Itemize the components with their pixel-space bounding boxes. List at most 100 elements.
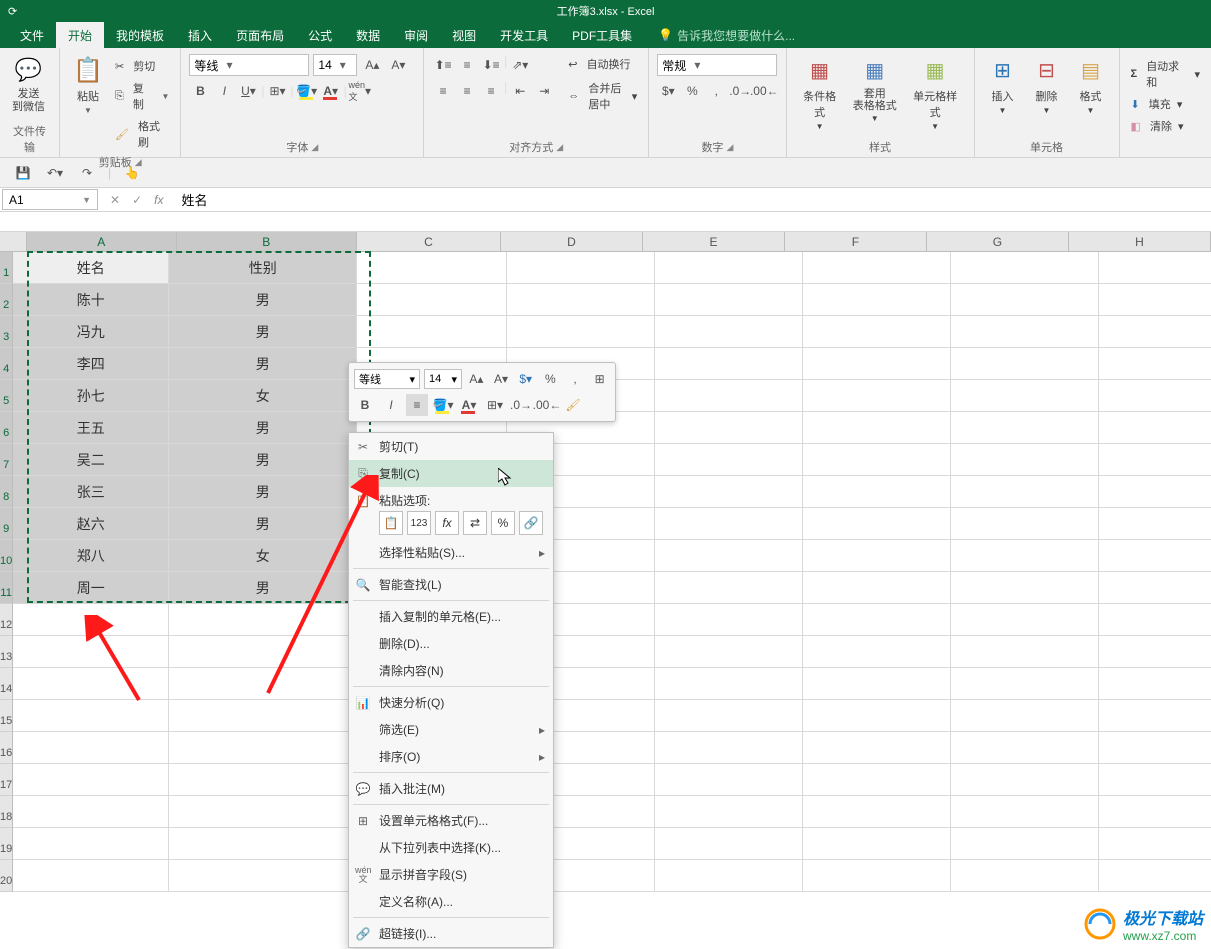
cell-C2[interactable] <box>357 284 507 316</box>
col-header-F[interactable]: F <box>785 232 927 251</box>
decrease-decimal-icon[interactable]: .00← <box>753 80 775 102</box>
paste-formatting-icon[interactable]: % <box>491 511 515 535</box>
cell-B8[interactable]: 男 <box>169 476 357 508</box>
ctx-define-name[interactable]: 定义名称(A)... <box>349 888 553 915</box>
cell-B2[interactable]: 男 <box>169 284 357 316</box>
row-header-6[interactable]: 6 <box>0 412 13 444</box>
dialog-launcher-icon[interactable]: ◢ <box>726 142 733 153</box>
cell-G19[interactable] <box>951 828 1099 860</box>
mini-bold-icon[interactable]: B <box>354 394 376 416</box>
cell-E19[interactable] <box>655 828 803 860</box>
mini-fill-color-icon[interactable]: 🪣▾ <box>432 394 454 416</box>
underline-button[interactable]: U▾ <box>237 80 259 102</box>
cell-B16[interactable] <box>169 732 357 764</box>
align-left-icon[interactable]: ≡ <box>432 80 454 102</box>
cell-B4[interactable]: 男 <box>169 348 357 380</box>
cell-E9[interactable] <box>655 508 803 540</box>
row-header-2[interactable]: 2 <box>0 284 13 316</box>
mini-border-icon[interactable]: ⊞▾ <box>484 394 506 416</box>
cell-A7[interactable]: 吴二 <box>13 444 169 476</box>
col-header-D[interactable]: D <box>501 232 643 251</box>
col-header-E[interactable]: E <box>643 232 785 251</box>
cell-A8[interactable]: 张三 <box>13 476 169 508</box>
cell-H2[interactable] <box>1099 284 1211 316</box>
cell-G17[interactable] <box>951 764 1099 796</box>
cell-F15[interactable] <box>803 700 951 732</box>
cell-F17[interactable] <box>803 764 951 796</box>
cell-B7[interactable]: 男 <box>169 444 357 476</box>
cell-G14[interactable] <box>951 668 1099 700</box>
fx-icon[interactable]: fx <box>154 193 163 207</box>
cell-B18[interactable] <box>169 796 357 828</box>
cell-E3[interactable] <box>655 316 803 348</box>
mini-align-center-icon[interactable]: ≡ <box>406 394 428 416</box>
cell-B1[interactable]: 性别 <box>169 252 357 284</box>
cell-C3[interactable] <box>357 316 507 348</box>
row-header-7[interactable]: 7 <box>0 444 13 476</box>
paste-link-icon[interactable]: 🔗 <box>519 511 543 535</box>
paste-values-icon[interactable]: 123 <box>407 511 431 535</box>
cell-H8[interactable] <box>1099 476 1211 508</box>
mini-inc-decimal-icon[interactable]: .0→ <box>510 394 532 416</box>
cell-F14[interactable] <box>803 668 951 700</box>
cell-F12[interactable] <box>803 604 951 636</box>
mini-shrink-font-icon[interactable]: A▾ <box>491 368 512 390</box>
redo-button[interactable]: ↷ <box>76 162 98 184</box>
cell-F13[interactable] <box>803 636 951 668</box>
cell-A18[interactable] <box>13 796 169 828</box>
ctx-hyperlink[interactable]: 🔗超链接(I)... <box>349 920 553 947</box>
currency-button[interactable]: $▾ <box>657 80 679 102</box>
cell-E1[interactable] <box>655 252 803 284</box>
cell-G20[interactable] <box>951 860 1099 892</box>
wrap-text-button[interactable]: ↩ 自动换行 <box>565 54 640 74</box>
cell-B9[interactable]: 男 <box>169 508 357 540</box>
ctx-insert-comment[interactable]: 💬插入批注(M) <box>349 775 553 802</box>
cell-F10[interactable] <box>803 540 951 572</box>
cell-E16[interactable] <box>655 732 803 764</box>
cell-H4[interactable] <box>1099 348 1211 380</box>
cell-E20[interactable] <box>655 860 803 892</box>
row-header-15[interactable]: 15 <box>0 700 13 732</box>
cell-styles-button[interactable]: ▦单元格样式▼ <box>905 52 966 133</box>
cell-F5[interactable] <box>803 380 951 412</box>
row-header-16[interactable]: 16 <box>0 732 13 764</box>
merge-center-button[interactable]: ⇔ 合并后居中 ▾ <box>565 78 640 114</box>
name-box[interactable]: A1▼ <box>2 189 98 210</box>
cell-A2[interactable]: 陈十 <box>13 284 169 316</box>
copy-button[interactable]: ⎘ 复制 ▼ <box>112 78 172 114</box>
cell-B20[interactable] <box>169 860 357 892</box>
tab-my-templates[interactable]: 我的模板 <box>104 22 176 49</box>
col-header-C[interactable]: C <box>357 232 501 251</box>
increase-font-icon[interactable]: A▴ <box>361 54 383 76</box>
cell-F11[interactable] <box>803 572 951 604</box>
cell-A19[interactable] <box>13 828 169 860</box>
cell-B3[interactable]: 男 <box>169 316 357 348</box>
align-middle-icon[interactable]: ≡ <box>456 54 478 76</box>
cell-B12[interactable] <box>169 604 357 636</box>
ctx-clear[interactable]: 清除内容(N) <box>349 657 553 684</box>
ctx-phonetic[interactable]: wén文显示拼音字段(S) <box>349 861 553 888</box>
insert-button[interactable]: ⊞插入▼ <box>983 52 1023 117</box>
autosum-button[interactable]: Σ 自动求和 ▾ <box>1128 56 1203 92</box>
select-all-corner[interactable] <box>0 232 27 251</box>
tab-file[interactable]: 文件 <box>8 22 56 49</box>
cell-E7[interactable] <box>655 444 803 476</box>
dialog-launcher-icon[interactable]: ◢ <box>311 142 318 153</box>
cell-F6[interactable] <box>803 412 951 444</box>
cell-A20[interactable] <box>13 860 169 892</box>
row-header-12[interactable]: 12 <box>0 604 13 636</box>
align-right-icon[interactable]: ≡ <box>480 80 502 102</box>
cell-G7[interactable] <box>951 444 1099 476</box>
formula-bar[interactable]: 姓名 <box>173 188 1211 211</box>
ctx-sort[interactable]: 排序(O)▸ <box>349 743 553 770</box>
cancel-formula-icon[interactable]: ✕ <box>110 193 120 207</box>
dialog-launcher-icon[interactable]: ◢ <box>556 142 563 153</box>
cell-G11[interactable] <box>951 572 1099 604</box>
mini-font-color-icon[interactable]: A▾ <box>458 394 480 416</box>
conditional-format-button[interactable]: ▦条件格式▼ <box>795 52 845 133</box>
cell-H9[interactable] <box>1099 508 1211 540</box>
cell-E17[interactable] <box>655 764 803 796</box>
cell-H5[interactable] <box>1099 380 1211 412</box>
cell-F18[interactable] <box>803 796 951 828</box>
cell-E11[interactable] <box>655 572 803 604</box>
